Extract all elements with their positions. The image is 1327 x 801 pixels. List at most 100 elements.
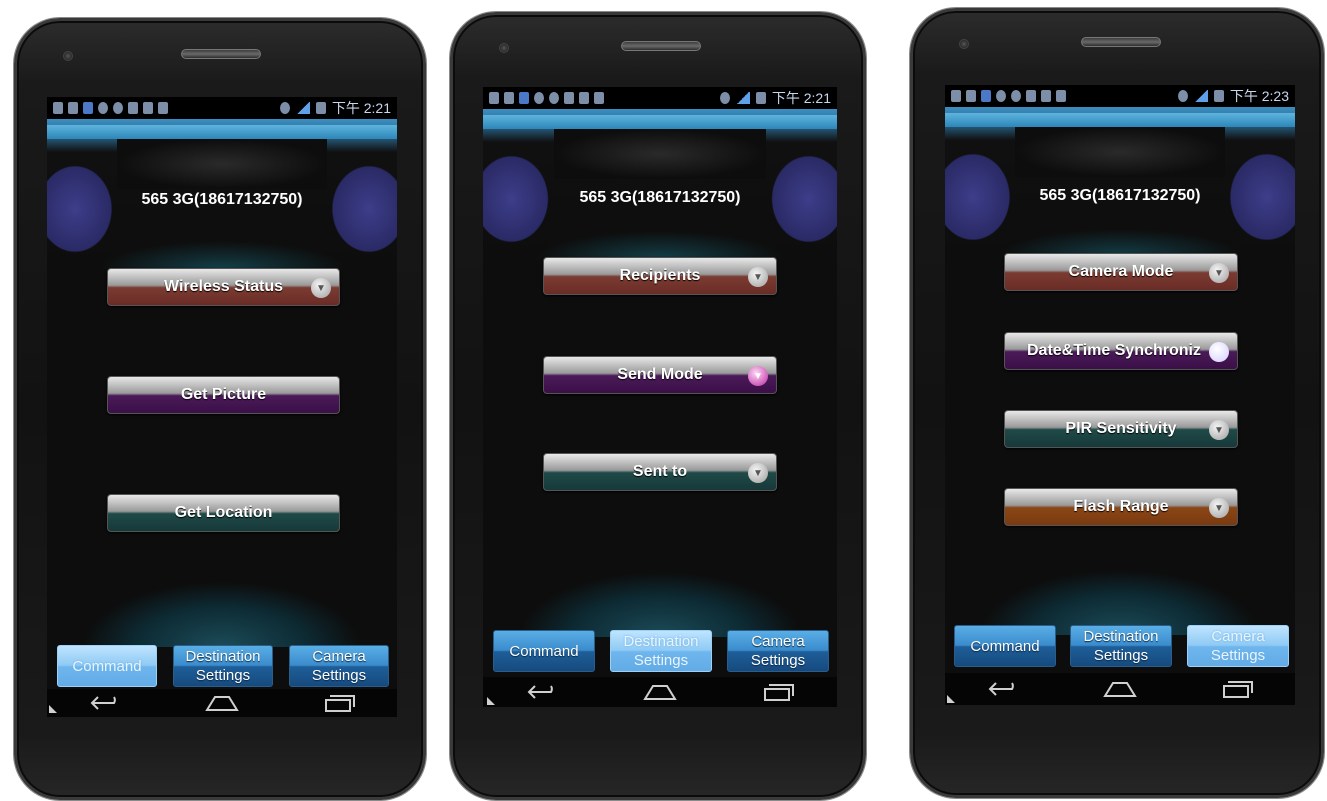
pir-sensitivity-button[interactable]: PIR Sensitivity ▼ (1004, 410, 1238, 448)
message-icon (1056, 90, 1066, 102)
bottom-glow (945, 545, 1295, 635)
tab-camera-settings[interactable]: Camera Settings (1187, 625, 1289, 667)
bottom-glow (483, 547, 837, 637)
button-label: PIR Sensitivity (1065, 420, 1177, 437)
tab-label-line1: Destination (1083, 628, 1159, 645)
screen: 下午 2:21 565 3G(18617132750) Wireless Sta… (47, 97, 397, 717)
battery-charge-icon (128, 102, 138, 114)
clock: 下午 2:23 (1229, 88, 1289, 104)
corner-mark (947, 695, 955, 703)
status-bar: 下午 2:21 (483, 87, 837, 109)
navigation-bar (483, 677, 837, 707)
usb-debug-icon (966, 90, 976, 102)
tab-command[interactable]: Command (57, 645, 157, 687)
back-icon[interactable] (522, 682, 562, 702)
button-label: Sent to (632, 463, 688, 480)
recipients-button[interactable]: Recipients ▼ (543, 257, 777, 295)
tab-destination-settings[interactable]: Destination Settings (173, 645, 273, 687)
tab-command[interactable]: Command (493, 630, 595, 672)
recent-apps-icon[interactable] (758, 682, 798, 702)
tab-label-line1: Camera (1211, 628, 1265, 645)
sync-icon (98, 102, 108, 114)
back-icon[interactable] (85, 693, 125, 713)
sd-card-icon (143, 102, 153, 114)
download-icon (981, 90, 991, 102)
battery-charge-icon (1026, 90, 1036, 102)
corner-mark (487, 697, 495, 705)
message-icon (158, 102, 168, 114)
usb-icon (53, 102, 63, 114)
notification-icons (951, 90, 1178, 102)
get-location-button[interactable]: Get Location (107, 494, 340, 532)
device-title: 565 3G(18617132750) (579, 189, 741, 206)
clock: 下午 2:21 (331, 100, 391, 116)
screen: 下午 2:23 565 3G(18617132750) Camera Mode … (945, 85, 1295, 705)
tab-destination-settings[interactable]: Destination Settings (610, 630, 712, 672)
chevron-down-icon: ▼ (748, 366, 768, 386)
button-label: Send Mode (617, 366, 703, 383)
tab-label: Command (970, 637, 1040, 655)
back-icon[interactable] (983, 679, 1023, 699)
button-label: Camera Mode (1068, 263, 1174, 280)
notification-icons (53, 102, 280, 114)
sd-card-icon (579, 92, 589, 104)
battery-charge-icon (564, 92, 574, 104)
tab-label-line1: Camera (312, 648, 366, 665)
tab-label-line2: Settings (1210, 647, 1266, 664)
tab-camera-settings[interactable]: Camera Settings (727, 630, 829, 672)
tab-label-line2: Settings (311, 667, 367, 684)
sent-to-button[interactable]: Sent to ▼ (543, 453, 777, 491)
tab-camera-settings[interactable]: Camera Settings (289, 645, 389, 687)
app-header (945, 107, 1295, 257)
alarm-icon (279, 102, 290, 114)
tab-destination-settings[interactable]: Destination Settings (1070, 625, 1172, 667)
chevron-down-icon: ▼ (1209, 420, 1229, 440)
clock: 下午 2:21 (771, 90, 831, 106)
message-icon (594, 92, 604, 104)
date-time-sync-button[interactable]: Date&Time Synchroniz (1004, 332, 1238, 370)
signal-icon (1193, 90, 1208, 102)
status-bar: 下午 2:23 (945, 85, 1295, 107)
tab-command[interactable]: Command (954, 625, 1056, 667)
button-label: Get Picture (180, 386, 267, 403)
flash-range-button[interactable]: Flash Range ▼ (1004, 488, 1238, 526)
usb-icon (951, 90, 961, 102)
screen: 下午 2:21 565 3G(18617132750) Recipients ▼… (483, 87, 837, 707)
recent-apps-icon[interactable] (1217, 679, 1257, 699)
earpiece-speaker (1081, 37, 1161, 47)
battery-icon (315, 102, 326, 114)
signal-icon (295, 102, 310, 114)
chevron-down-icon: ▼ (1209, 263, 1229, 283)
battery-icon (755, 92, 766, 104)
usb-icon (489, 92, 499, 104)
alarm-icon (1177, 90, 1188, 102)
button-label: Get Location (174, 504, 273, 521)
tab-label-line2: Settings (633, 652, 689, 669)
get-picture-button[interactable]: Get Picture (107, 376, 340, 414)
phone-1: 下午 2:21 565 3G(18617132750) Wireless Sta… (14, 18, 426, 800)
recent-apps-icon[interactable] (319, 693, 359, 713)
camera-mode-button[interactable]: Camera Mode ▼ (1004, 253, 1238, 291)
wireless-status-button[interactable]: Wireless Status ▼ (107, 268, 340, 306)
send-mode-button[interactable]: Send Mode ▼ (543, 356, 777, 394)
home-icon[interactable] (640, 682, 680, 702)
front-camera (63, 51, 73, 61)
bottom-glow (47, 557, 397, 647)
earpiece-speaker (621, 41, 701, 51)
loading-icon (113, 102, 123, 114)
home-icon[interactable] (202, 693, 242, 713)
button-label: Date&Time Synchroniz (1027, 342, 1201, 359)
front-camera (499, 43, 509, 53)
chevron-down-icon: ▼ (311, 278, 331, 298)
signal-icon (735, 92, 750, 104)
device-title: 565 3G(18617132750) (141, 191, 303, 208)
loading-icon (549, 92, 559, 104)
notification-icons (489, 92, 720, 104)
tab-label-line1: Destination (623, 633, 699, 650)
home-icon[interactable] (1100, 679, 1140, 699)
app-header (483, 109, 837, 259)
usb-debug-icon (504, 92, 514, 104)
tab-label: Command (509, 642, 579, 660)
status-bar: 下午 2:21 (47, 97, 397, 119)
chevron-down-icon: ▼ (748, 267, 768, 287)
